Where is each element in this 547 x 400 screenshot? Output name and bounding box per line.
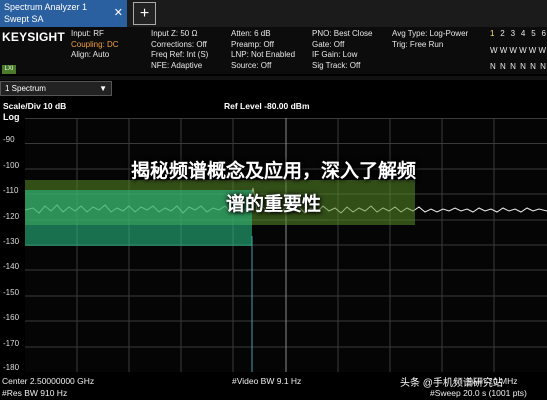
trace-type: W [528, 46, 537, 55]
window-select-label: 1 Spectrum [5, 84, 46, 93]
coupling: Coupling: DC [71, 39, 119, 49]
input-z: Input Z: 50 Ω [151, 29, 198, 38]
trace-type: W [509, 46, 517, 55]
video-bw[interactable]: #Video BW 9.1 Hz [232, 376, 301, 386]
ref-level[interactable]: Ref Level -80.00 dBm [224, 101, 310, 111]
title-bar: Spectrum Analyzer 1 Swept SA ✕ + [0, 0, 547, 27]
divider [0, 76, 547, 80]
tab-title: Spectrum Analyzer 1 [4, 2, 88, 12]
close-icon[interactable]: ✕ [114, 7, 123, 19]
chevron-down-icon: ▼ [99, 84, 107, 93]
y-tick: -170 [3, 339, 20, 348]
watermark: 头条 @手机频谱研究站 [400, 378, 503, 389]
trace-det: N [540, 62, 546, 71]
input-settings[interactable]: Input: RF Coupling: DC Align: Auto [71, 29, 119, 61]
trace-det: N [500, 62, 506, 71]
trace-num: 5 [531, 29, 536, 38]
res-bw[interactable]: #Res BW 910 Hz [2, 388, 67, 398]
trace-num: 1 [490, 29, 495, 38]
sweep[interactable]: #Sweep 20.0 s (1001 pts) [430, 388, 527, 398]
gate: Gate: Off [312, 39, 345, 49]
lxi-badge: LXI [2, 65, 16, 74]
atten-settings[interactable]: Atten: 6 dB Preamp: Off LNP: Not Enabled… [231, 29, 295, 71]
pno-settings[interactable]: PNO: Best Close Gate: Off IF Gain: Low S… [312, 29, 372, 71]
pno: PNO: Best Close [312, 29, 373, 38]
avg-settings[interactable]: Avg Type: Log-Power Trig: Free Run [392, 29, 468, 50]
trace-type: W [499, 46, 508, 55]
tab-spectrum-analyzer[interactable]: Spectrum Analyzer 1 Swept SA ✕ [0, 0, 127, 27]
trace-det: N [490, 62, 496, 71]
trace-type: W [490, 46, 498, 55]
tab-subtitle: Swept SA [4, 14, 44, 24]
align: Align: Auto [71, 50, 110, 59]
avg-type: Avg Type: Log-Power [392, 29, 469, 38]
nfe: NFE: Adaptive [151, 60, 203, 70]
preamp: Preamp: Off [231, 39, 274, 49]
trace-det: N [510, 62, 516, 71]
y-tick: -90 [3, 135, 15, 144]
input-rf: Input: RF [71, 29, 104, 38]
freq-ref: Freq Ref: Int (S) [151, 50, 209, 59]
lnp: LNP: Not Enabled [231, 50, 296, 59]
trigger: Trig: Free Run [392, 39, 444, 49]
trace-type: W [538, 46, 546, 55]
trace-det: N [530, 62, 536, 71]
add-screen-button[interactable]: + [133, 2, 156, 25]
y-tick: -160 [3, 313, 20, 322]
keysight-logo: KEYSIGHT [2, 30, 65, 44]
trace-num: 3 [510, 29, 516, 38]
input-z-settings[interactable]: Input Z: 50 Ω Corrections: Off Freq Ref:… [151, 29, 208, 71]
atten: Atten: 6 dB [231, 29, 271, 38]
scale-div[interactable]: Scale/Div 10 dB [3, 101, 66, 111]
y-tick: -180 [3, 363, 20, 372]
trace-det: N [520, 62, 526, 71]
scale-type: Log [3, 112, 20, 122]
y-tick: -140 [3, 262, 20, 271]
y-tick: -150 [3, 288, 20, 297]
if-gain: IF Gain: Low [312, 50, 358, 59]
sig-track: Sig Track: Off [312, 60, 361, 70]
article-title-line2: 谱的重要性 [225, 194, 321, 215]
corrections: Corrections: Off [151, 39, 207, 49]
article-title-line1: 揭秘频谱概念及应用，深入了解频 [130, 161, 416, 182]
trace-num: 6 [541, 29, 546, 38]
window-select[interactable]: 1 Spectrum ▼ [0, 81, 112, 96]
center-freq[interactable]: Center 2.50000000 GHz [2, 376, 94, 386]
trace-num: 4 [520, 29, 526, 38]
trace-num: 2 [500, 29, 505, 38]
trace-type: W [519, 46, 527, 55]
article-title: 揭秘频谱概念及应用，深入了解频 谱的重要性 [0, 155, 547, 221]
source: Source: Off [231, 60, 272, 70]
y-tick: -130 [3, 237, 20, 246]
